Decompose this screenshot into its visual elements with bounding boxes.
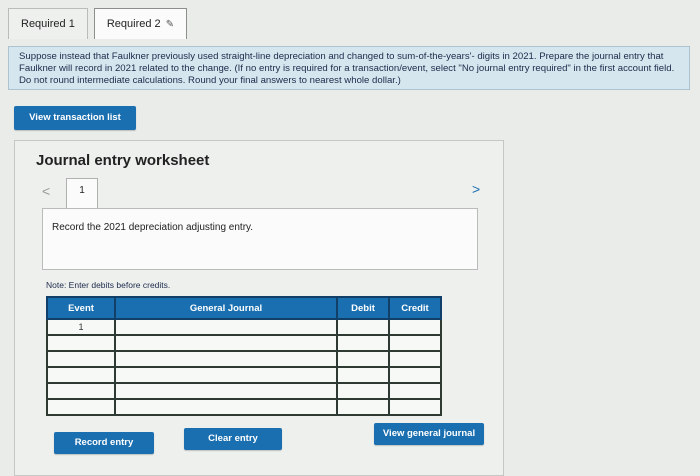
worksheet-title: Journal entry worksheet bbox=[36, 152, 210, 169]
account-field[interactable] bbox=[114, 350, 338, 368]
view-transaction-list-button[interactable]: View transaction list bbox=[14, 106, 136, 130]
event-cell bbox=[46, 334, 116, 352]
table-row bbox=[46, 366, 442, 384]
instructions-panel: Suppose instead that Faulkner previously… bbox=[8, 46, 690, 90]
account-field[interactable] bbox=[114, 366, 338, 384]
debit-credit-note: Note: Enter debits before credits. bbox=[46, 280, 171, 290]
tab-label: Required 2 bbox=[106, 18, 161, 30]
col-debit: Debit bbox=[336, 296, 390, 320]
chevron-left-icon[interactable]: < bbox=[42, 183, 50, 199]
chevron-right-icon[interactable]: > bbox=[472, 181, 480, 197]
event-cell: 1 bbox=[46, 318, 116, 336]
debit-field[interactable] bbox=[336, 318, 390, 336]
tab-required-2[interactable]: Required 2 ✎ bbox=[93, 8, 188, 39]
table-row bbox=[46, 382, 442, 400]
account-field[interactable] bbox=[114, 398, 338, 416]
record-entry-button[interactable]: Record entry bbox=[54, 432, 154, 454]
event-cell bbox=[46, 382, 116, 400]
tab-label: Required 1 bbox=[21, 18, 75, 30]
table-row bbox=[46, 398, 442, 416]
col-event: Event bbox=[46, 296, 116, 320]
col-general-journal: General Journal bbox=[114, 296, 338, 320]
account-field[interactable] bbox=[114, 334, 338, 352]
table-row bbox=[46, 350, 442, 368]
clear-entry-button[interactable]: Clear entry bbox=[184, 428, 282, 450]
table-row bbox=[46, 334, 442, 352]
debit-field[interactable] bbox=[336, 398, 390, 416]
journal-table: Event General Journal Debit Credit 1 bbox=[46, 296, 442, 416]
credit-field[interactable] bbox=[388, 398, 442, 416]
credit-field[interactable] bbox=[388, 318, 442, 336]
debit-field[interactable] bbox=[336, 382, 390, 400]
page-number: 1 bbox=[79, 185, 85, 196]
debit-field[interactable] bbox=[336, 334, 390, 352]
entry-description: Record the 2021 depreciation adjusting e… bbox=[52, 222, 254, 233]
worksheet-page-tab[interactable]: 1 bbox=[66, 178, 98, 211]
account-field[interactable] bbox=[114, 382, 338, 400]
entry-description-box bbox=[42, 208, 478, 270]
account-field[interactable] bbox=[114, 318, 338, 336]
tab-bar: Required 1 Required 2 ✎ bbox=[8, 8, 188, 39]
col-credit: Credit bbox=[388, 296, 442, 320]
event-cell bbox=[46, 366, 116, 384]
table-header-row: Event General Journal Debit Credit bbox=[46, 296, 442, 320]
credit-field[interactable] bbox=[388, 334, 442, 352]
event-cell bbox=[46, 398, 116, 416]
event-cell bbox=[46, 350, 116, 368]
credit-field[interactable] bbox=[388, 382, 442, 400]
view-general-journal-button[interactable]: View general journal bbox=[374, 423, 484, 445]
table-row: 1 bbox=[46, 318, 442, 336]
credit-field[interactable] bbox=[388, 366, 442, 384]
tab-required-1[interactable]: Required 1 bbox=[8, 8, 88, 39]
debit-field[interactable] bbox=[336, 366, 390, 384]
instructions-text: Suppose instead that Faulkner previously… bbox=[19, 51, 675, 86]
debit-field[interactable] bbox=[336, 350, 390, 368]
pencil-icon: ✎ bbox=[165, 19, 175, 30]
credit-field[interactable] bbox=[388, 350, 442, 368]
